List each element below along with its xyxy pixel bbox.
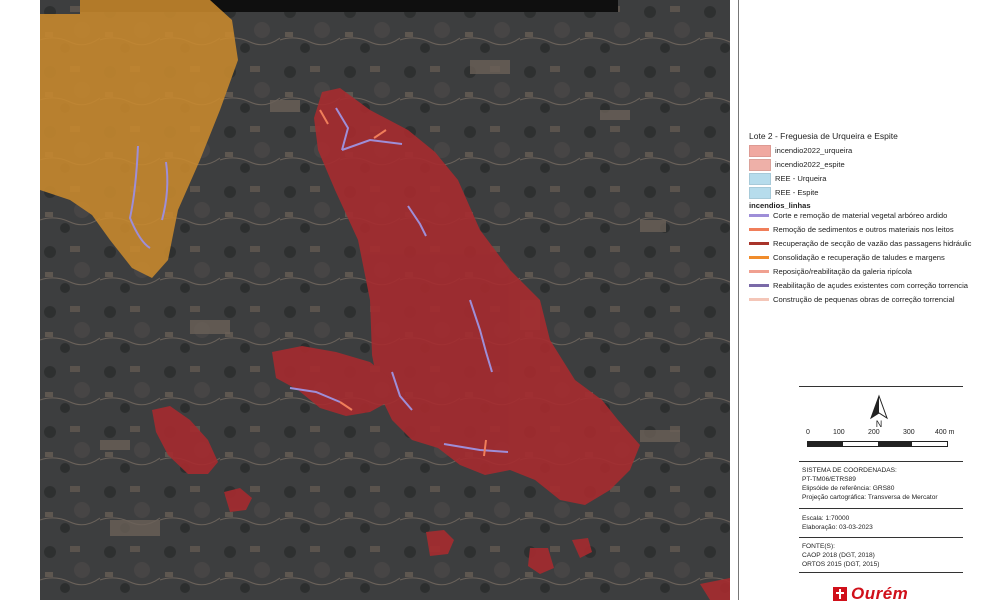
legend-panel: Lote 2 - Freguesia de Urqueira e Espite … [738, 0, 1000, 603]
ourem-logo: Ourém [833, 584, 908, 604]
scale-tick-400: 400 m [935, 429, 955, 436]
legend-item-ree-espite: REE - Espite [749, 186, 818, 199]
divider [799, 572, 963, 573]
line-swatch [749, 270, 769, 273]
scale-tick-100: 100 [833, 429, 845, 436]
north-label: N [876, 419, 883, 428]
divider [799, 537, 963, 538]
scale-tick-200: 200 [868, 429, 880, 436]
map-view[interactable] [40, 0, 730, 600]
polygon-swatch [749, 158, 771, 171]
scale-tick-0: 0 [806, 429, 810, 436]
orthophoto-map [40, 0, 730, 600]
scale-tick-300: 300 [903, 429, 915, 436]
divider [799, 508, 963, 509]
legend-line-recuperacao: Recuperação de secção de vazão das passa… [749, 237, 971, 250]
elaboration-date: Elaboração: 03-03-2023 [802, 524, 873, 531]
source-ortos: ORTOS 2015 (DGT, 2015) [802, 561, 880, 568]
line-swatch [749, 256, 769, 259]
legend-item-incendio-espite: incendio2022_espite [749, 158, 845, 171]
coords-ellipsoid: Elipsóide de referência: GRS80 [802, 485, 895, 492]
legend-line-reabilitacao: Reabilitação de açudes existentes com co… [749, 279, 968, 292]
legend-line-construcao: Construção de pequenas obras de correção… [749, 293, 955, 306]
map-scale-text: Escala: 1:70000 [802, 515, 850, 522]
legend-title: Lote 2 - Freguesia de Urqueira e Espite [749, 131, 898, 141]
source-caop: CAOP 2018 (DGT, 2018) [802, 552, 875, 559]
divider [799, 461, 963, 462]
line-swatch [749, 242, 769, 245]
polygon-swatch [749, 172, 771, 185]
legend-line-corte: Corte e remoção de material vegetal arbó… [749, 209, 947, 222]
line-swatch [749, 228, 769, 231]
line-swatch [749, 298, 769, 301]
polygon-swatch [749, 144, 771, 157]
logo-text: Ourém [851, 584, 909, 603]
scale-bar: 0 100 200 300 400 m [799, 429, 969, 453]
legend-line-consolidacao: Consolidação e recuperação de taludes e … [749, 251, 945, 264]
coords-projection: Projeção cartográfica: Transversa de Mer… [802, 494, 938, 501]
coords-heading: SISTEMA DE COORDENADAS: [802, 467, 897, 474]
divider [799, 386, 963, 387]
legend-line-remocao: Remoção de sedimentos e outros materiais… [749, 223, 954, 236]
scale-segments [807, 441, 948, 447]
sources-heading: FONTE(S): [802, 543, 835, 550]
legend-item-ree-urqueira: REE - Urqueira [749, 172, 826, 185]
coords-system: PT-TM06/ETRS89 [802, 476, 856, 483]
legend-line-reposicao: Reposição/reabilitação da galeria ripíco… [749, 265, 912, 278]
legend-item-incendio-urqueira: incendio2022_urqueira [749, 144, 852, 157]
line-swatch [749, 214, 769, 217]
north-arrow-icon: N [870, 394, 888, 428]
polygon-swatch [749, 186, 771, 199]
municipality-crest-icon [833, 587, 847, 601]
line-swatch [749, 284, 769, 287]
